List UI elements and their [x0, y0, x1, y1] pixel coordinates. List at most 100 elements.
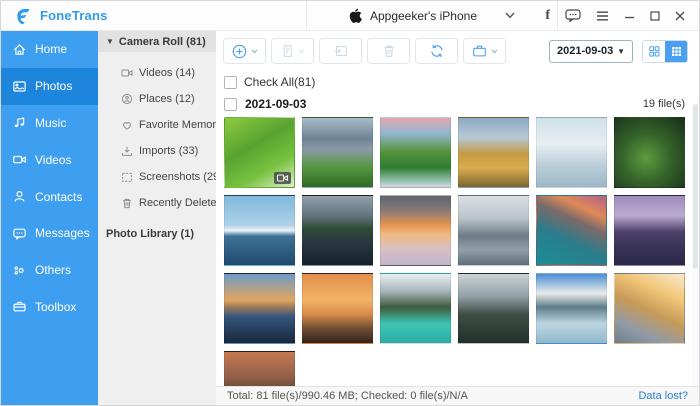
photo-thumbnail-island-lagoon[interactable]	[536, 195, 607, 266]
sidebar-item-others[interactable]: Others	[1, 252, 98, 289]
sidebar-item-label: Contacts	[35, 190, 82, 204]
sidebar-item-label: Photos	[35, 79, 72, 93]
photos-icon	[12, 79, 27, 94]
export-button[interactable]	[271, 38, 314, 64]
tree-node-camera-roll[interactable]: ▼ Camera Roll (81)	[98, 31, 216, 52]
tree-library-label: Photo Library (1)	[106, 228, 194, 240]
video-icon	[121, 67, 133, 79]
sidebar-item-home[interactable]: Home	[1, 31, 98, 68]
small-grid-view-button[interactable]	[665, 41, 687, 62]
main-sidebar: Home Photos Music	[1, 31, 98, 405]
large-grid-icon	[649, 46, 660, 57]
toolbox-button[interactable]	[463, 38, 506, 64]
photo-thumbnail-cloudy-bay-sunset[interactable]	[224, 273, 295, 344]
status-bar: Total: 81 file(s)/990.46 MB; Checked: 0 …	[216, 386, 699, 405]
photo-thumbnail-amber-sunset[interactable]	[380, 195, 451, 266]
tree-item-recently-deleted[interactable]: Recently Deleted (2)	[98, 190, 216, 216]
briefcase-icon	[471, 43, 488, 59]
group-file-count: 19 file(s)	[643, 98, 699, 110]
sidebar-item-messages[interactable]: Messages	[1, 215, 98, 252]
photo-thumbnail-violet-peaks[interactable]	[614, 195, 685, 266]
add-photos-button[interactable]	[223, 38, 266, 64]
screenshot-icon	[121, 171, 133, 183]
album-tree-panel: ▼ Camera Roll (81) Videos (14) Places (1…	[98, 31, 216, 405]
refresh-icon	[429, 43, 445, 59]
menu-icon[interactable]	[596, 11, 609, 21]
check-all-row: Check All(81)	[224, 73, 699, 91]
tree-item-places[interactable]: Places (12)	[98, 86, 216, 112]
sidebar-item-label: Messages	[35, 226, 90, 240]
scrollbar-thumb[interactable]	[693, 104, 698, 269]
sidebar-item-label: Music	[35, 116, 66, 130]
chevron-down-icon	[491, 49, 498, 54]
status-summary: Total: 81 file(s)/990.46 MB; Checked: 0 …	[227, 390, 468, 402]
photo-content-area: 2021-09-03 ▼	[216, 31, 699, 405]
sidebar-item-toolbox[interactable]: Toolbox	[1, 289, 98, 326]
photo-thumbnail-autumn-road[interactable]	[458, 117, 529, 188]
data-lost-link[interactable]: Data lost?	[638, 390, 688, 402]
feedback-bubble-icon[interactable]	[565, 9, 581, 22]
vertical-scrollbar[interactable]	[692, 103, 699, 386]
titlebar: FoneTrans Appgeeker's iPhone f	[1, 1, 699, 31]
group-checkbox[interactable]	[224, 98, 237, 111]
place-icon	[121, 93, 133, 105]
sidebar-item-photos[interactable]: Photos	[1, 68, 98, 105]
photo-thumbnail-ember-clouds[interactable]	[224, 351, 295, 386]
tree-item-label: Places (12)	[139, 93, 195, 105]
tree-item-imports[interactable]: Imports (33)	[98, 138, 216, 164]
sidebar-item-contacts[interactable]: Contacts	[1, 178, 98, 215]
close-button[interactable]	[675, 11, 685, 21]
tree-item-label: Videos (14)	[139, 67, 195, 79]
photo-thumbnail-green-leaves[interactable]	[224, 117, 295, 188]
photo-thumbnail-alpine-village[interactable]	[302, 117, 373, 188]
photo-thumbnail-blue-horizon-lake[interactable]	[224, 195, 295, 266]
tree-root-label: Camera Roll (81)	[119, 36, 206, 48]
photo-thumbnail-misty-fjord[interactable]	[458, 195, 529, 266]
check-all-checkbox[interactable]	[224, 76, 237, 89]
date-filter-value: 2021-09-03	[557, 45, 613, 57]
others-icon	[12, 263, 27, 278]
delete-button[interactable]	[367, 38, 410, 64]
view-toggle-group	[642, 40, 688, 63]
videos-icon	[12, 152, 27, 167]
large-grid-view-button[interactable]	[643, 41, 665, 62]
apple-icon	[349, 8, 362, 23]
maximize-button[interactable]	[650, 11, 660, 21]
minimize-button[interactable]	[624, 11, 635, 21]
brand: FoneTrans	[1, 6, 108, 25]
sidebar-item-music[interactable]: Music	[1, 105, 98, 142]
chevron-down-icon	[251, 49, 258, 54]
contacts-icon	[12, 189, 27, 204]
sidebar-item-videos[interactable]: Videos	[1, 141, 98, 178]
photo-thumbnail-waterfall-valley[interactable]	[380, 117, 451, 188]
sidebar-item-label: Toolbox	[35, 300, 76, 314]
sidebar-item-label: Home	[35, 42, 67, 56]
photo-thumbnail-glacier-lake[interactable]	[380, 273, 451, 344]
photo-thumbnail-mirror-lake[interactable]	[302, 195, 373, 266]
home-icon	[12, 42, 27, 57]
photo-thumbnail-pale-cliffs[interactable]	[536, 117, 607, 188]
collapse-triangle-icon: ▼	[106, 37, 114, 46]
refresh-button[interactable]	[415, 38, 458, 64]
photo-thumbnail-icy-shore[interactable]	[536, 273, 607, 344]
caret-down-icon: ▼	[617, 47, 625, 56]
photo-toolbar: 2021-09-03 ▼	[216, 31, 699, 70]
tree-node-photo-library[interactable]: Photo Library (1)	[98, 221, 216, 247]
sidebar-item-label: Others	[35, 263, 71, 277]
photo-thumbnail-winter-sunrise[interactable]	[614, 273, 685, 344]
photo-thumbnail-calm-dusk[interactable]	[302, 273, 373, 344]
toolbox-icon	[12, 299, 27, 314]
date-filter-dropdown[interactable]: 2021-09-03 ▼	[549, 40, 633, 63]
tree-item-videos[interactable]: Videos (14)	[98, 60, 216, 86]
chevron-down-icon	[298, 49, 305, 54]
toolbar-right-group: 2021-09-03 ▼	[549, 40, 692, 63]
device-selector[interactable]: Appgeeker's iPhone	[306, 1, 558, 30]
send-to-device-button[interactable]	[319, 38, 362, 64]
photo-thumbnail-shadow-lake[interactable]	[458, 273, 529, 344]
photo-thumbnail-dark-moss-forest[interactable]	[614, 117, 685, 188]
tree-item-screenshots[interactable]: Screenshots (29)	[98, 164, 216, 190]
messages-icon	[12, 226, 27, 241]
tree-item-label: Imports (33)	[139, 145, 198, 157]
photo-grid	[224, 117, 699, 386]
tree-item-favorite-memories[interactable]: Favorite Memorie...	[98, 112, 216, 138]
